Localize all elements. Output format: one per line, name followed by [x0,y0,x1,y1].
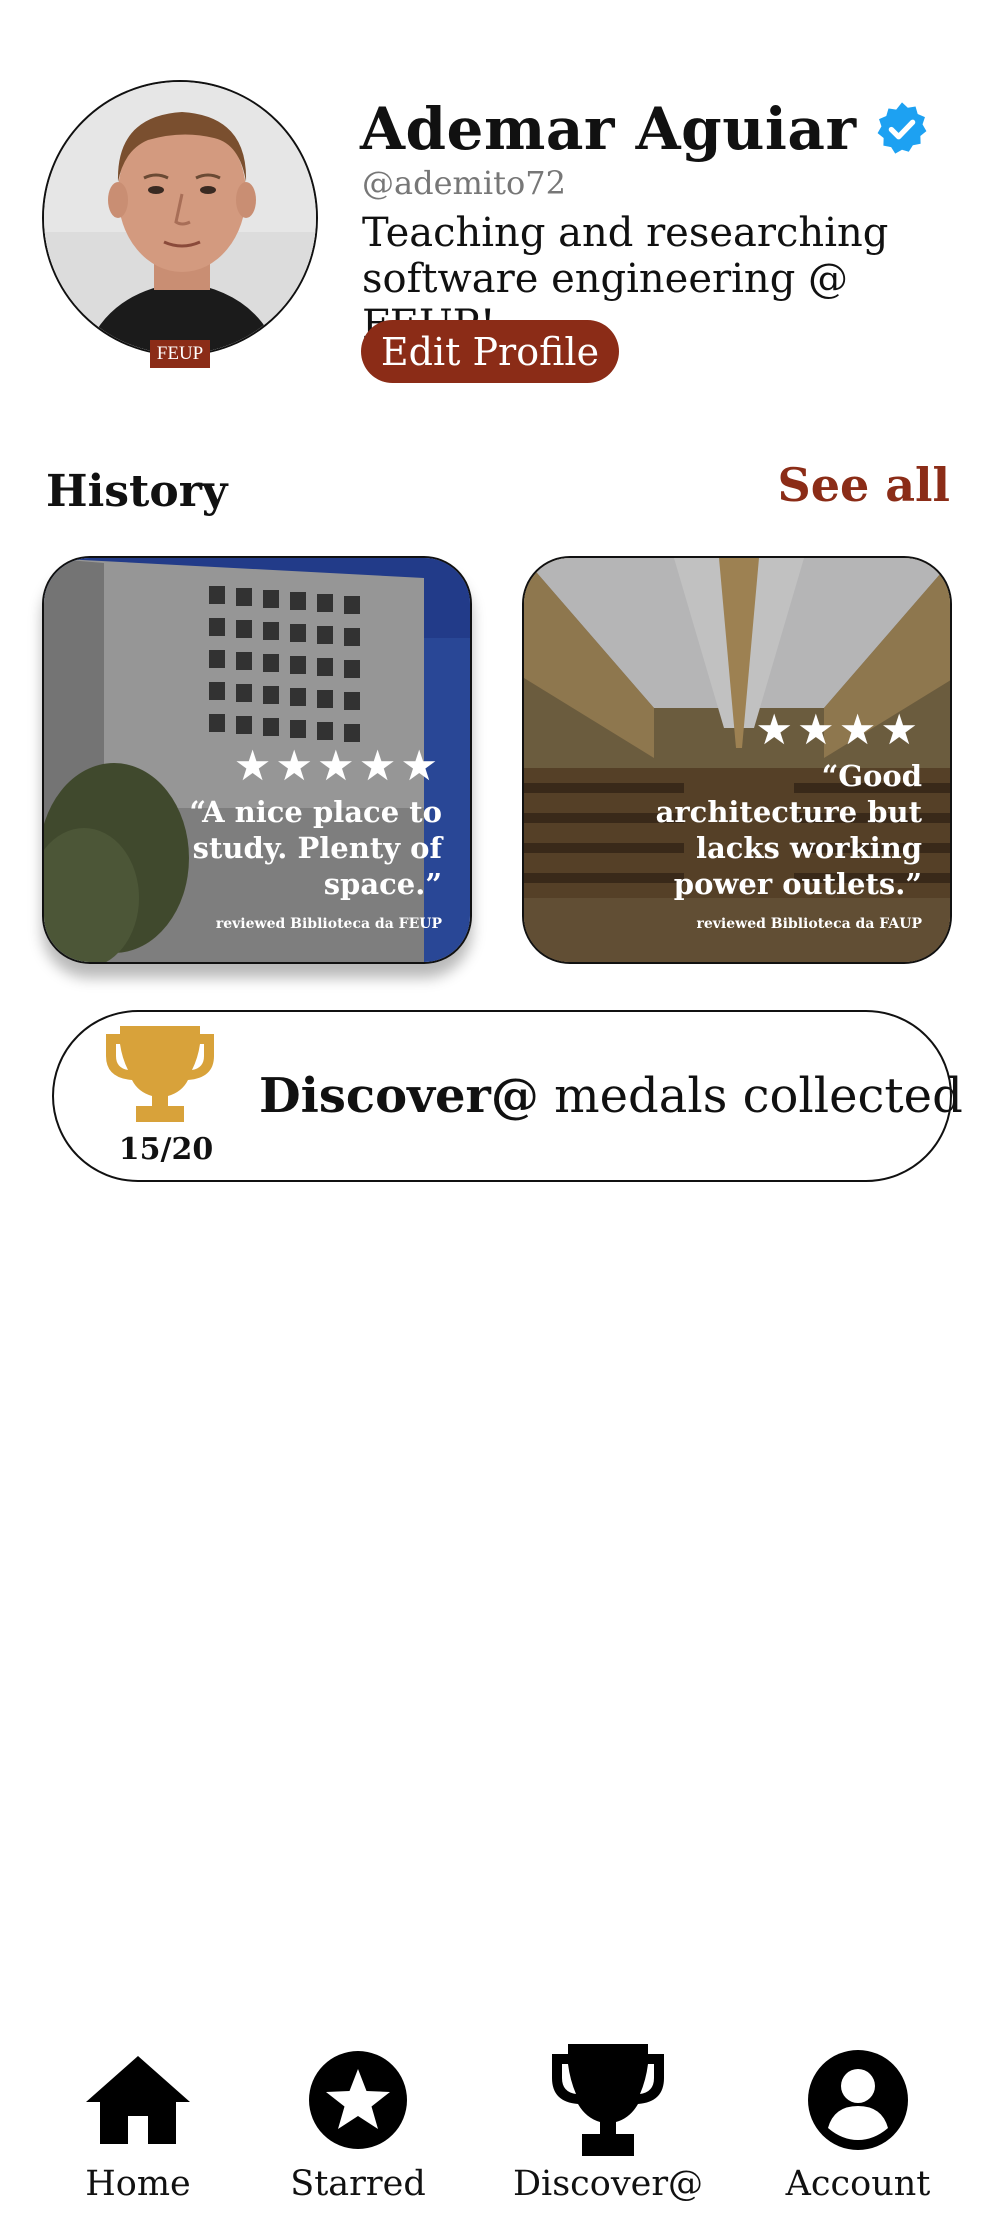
medal-count: 15/20 [118,1132,214,1167]
review-quote: “A nice place to study. Plenty of space.… [189,795,442,901]
review-overlay: ★★★★★ “A nice place to study. Plenty of … [182,741,442,933]
history-title: History [46,466,228,517]
review-quote: “Good architecture but lacks working pow… [655,759,922,901]
nav-account[interactable]: Account [758,2040,958,2204]
discover-brand: Discover@ [259,1068,539,1124]
account-icon [758,2040,958,2160]
edit-profile-button[interactable]: Edit Profile [361,320,619,383]
medals-collected-banner[interactable]: 15/20 Discover@ medals collected [52,1010,963,1182]
nav-label: Account [785,2164,931,2204]
profile-handle: @ademito72 [362,164,566,202]
medals-text: medals collected [554,1068,963,1124]
star-rating: ★★★★ [755,705,922,754]
nav-label: Discover@ [512,2164,704,2204]
see-all-link[interactable]: See all [777,458,950,512]
nav-home[interactable]: Home [38,2040,238,2204]
profile-name-row: Ademar Aguiar [360,95,931,163]
history-card[interactable]: ★★★★ “Good architecture but lacks workin… [522,556,952,964]
bottom-navigation: Home Starred Discover@ Account [0,2030,1000,2223]
review-overlay: ★★★★ “Good architecture but lacks workin… [632,705,922,933]
trophy-icon [106,1026,214,1134]
reviewed-place: reviewed Biblioteca da FAUP [696,916,922,932]
avatar [42,80,318,356]
nav-discover[interactable]: Discover@ [508,2040,708,2204]
star-rating: ★★★★★ [233,741,442,790]
reviewed-place: reviewed Biblioteca da FEUP [215,916,442,932]
medals-label: Discover@ medals collected [259,1068,963,1124]
nav-label: Home [85,2164,191,2204]
star-icon [258,2040,458,2160]
nav-label: Starred [290,2164,426,2204]
nav-starred[interactable]: Starred [258,2040,458,2204]
profile-name: Ademar Aguiar [360,95,857,163]
institution-badge: FEUP [150,340,210,368]
trophy-icon [508,2040,708,2160]
history-card[interactable]: ★★★★★ “A nice place to study. Plenty of … [42,556,472,964]
home-icon [38,2040,238,2160]
verified-badge-icon [873,100,931,158]
profile-photo [44,82,316,354]
